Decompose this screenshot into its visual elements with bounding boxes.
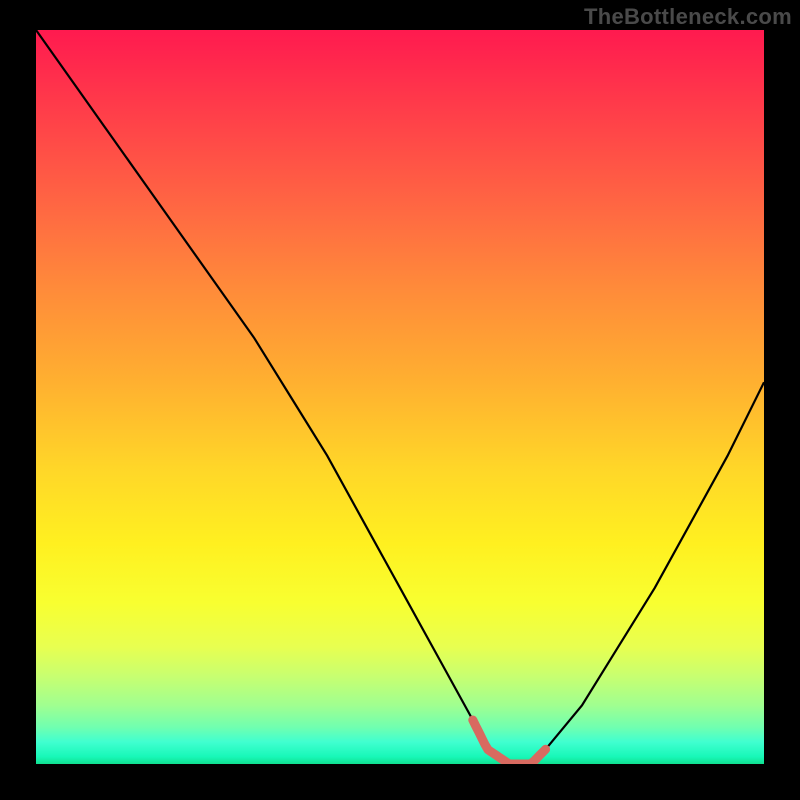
optimal-range-marker	[473, 720, 546, 764]
chart-frame: TheBottleneck.com	[0, 0, 800, 800]
plot-area	[36, 30, 764, 764]
optimal-marker-layer	[36, 30, 764, 764]
watermark-text: TheBottleneck.com	[584, 4, 792, 30]
